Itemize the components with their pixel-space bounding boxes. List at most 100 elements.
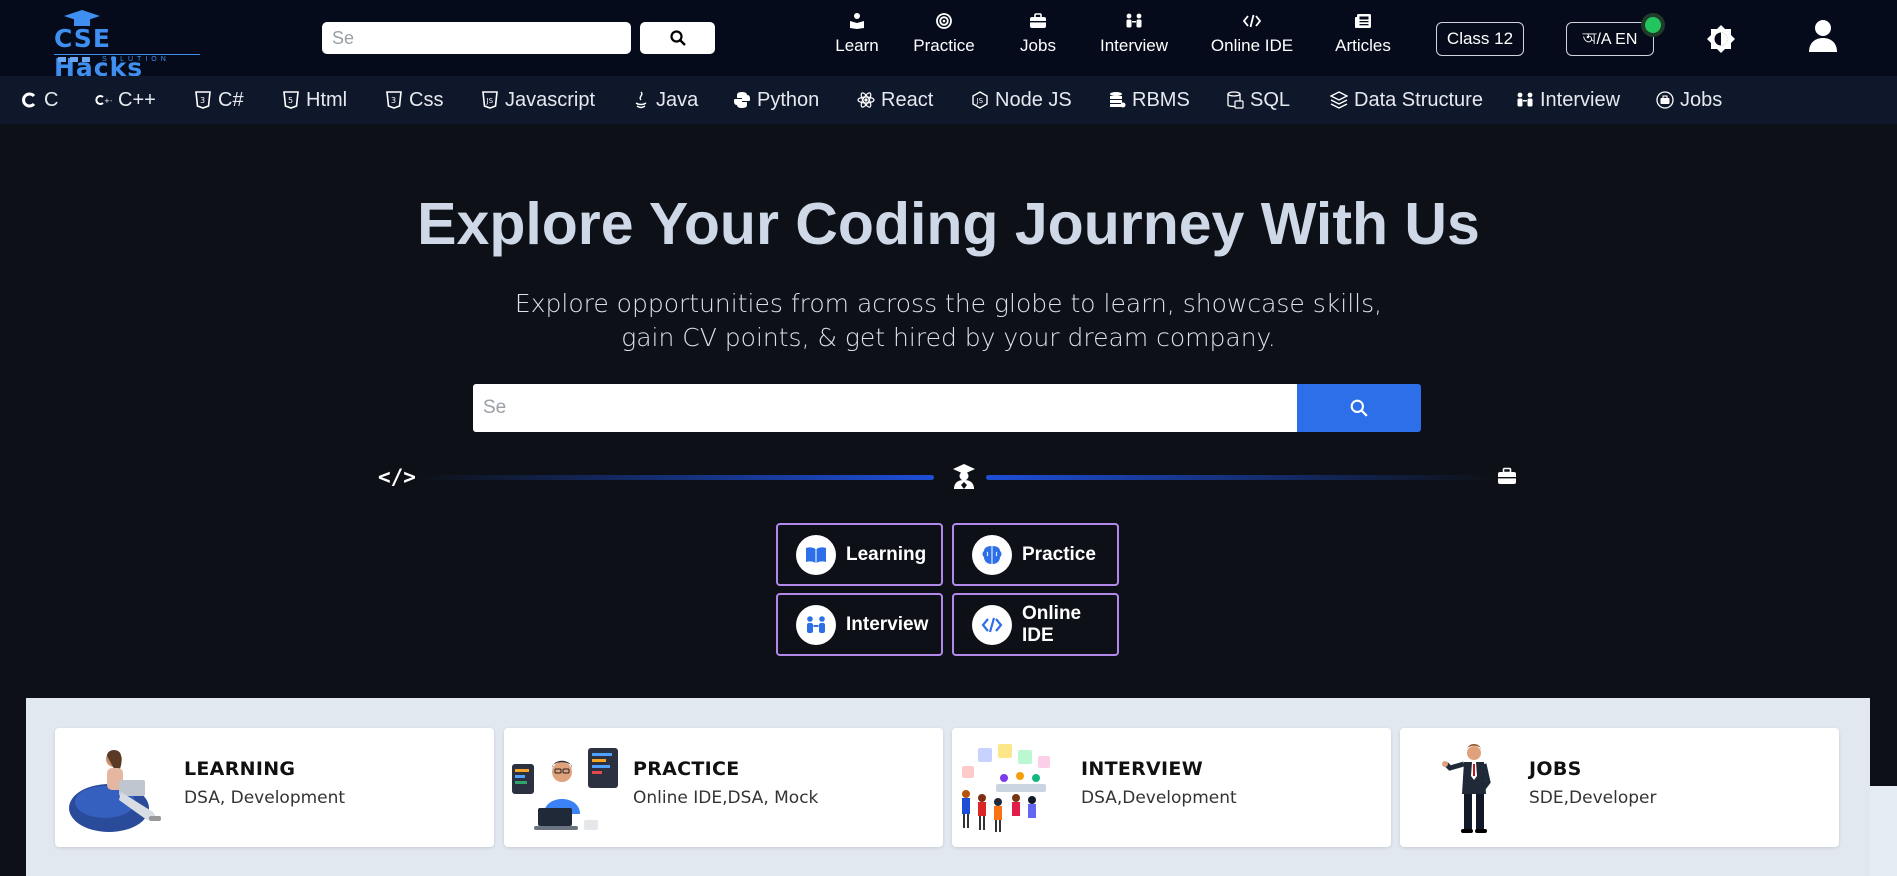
css3-icon: 3: [386, 91, 402, 109]
nodejs-icon: JS: [972, 91, 988, 109]
online-ide-button[interactable]: Online IDE: [952, 593, 1119, 656]
track-line-left: [418, 475, 934, 480]
lang-javascript[interactable]: JS Javascript: [481, 76, 595, 124]
interview-card[interactable]: INTERVIEW DSA,Development: [952, 728, 1391, 847]
hero-search-button[interactable]: [1297, 384, 1421, 432]
lang-sql-label: SQL: [1250, 88, 1291, 111]
track-line-right: [986, 475, 1492, 480]
java-icon: [635, 91, 647, 109]
people-icon: [807, 615, 825, 633]
lang-java[interactable]: Java: [632, 76, 698, 124]
lang-data-structure[interactable]: Data Structure: [1330, 76, 1483, 124]
language-strip: C ++ C++ 3 C# 5 Html 3 Css JS Javascript…: [0, 76, 1897, 124]
nav-interview[interactable]: Interview: [1095, 12, 1173, 64]
newspaper-icon: [1355, 14, 1371, 28]
online-ide-button-label: Online IDE: [1022, 602, 1082, 646]
brand-name: CSE Hacks: [54, 24, 144, 82]
lang-nodejs[interactable]: JS Node JS: [971, 76, 1072, 124]
lang-html-label: Html: [306, 88, 348, 111]
people-icon-wrap: [796, 604, 836, 645]
jobs-card-title: JOBS: [1529, 758, 1582, 780]
practice-button[interactable]: Practice: [952, 523, 1119, 586]
interview-illustration: [962, 744, 1050, 832]
brain-icon: [982, 545, 1002, 564]
lang-c[interactable]: C: [20, 76, 58, 124]
interview-button[interactable]: Interview: [776, 593, 943, 656]
target-icon: [936, 13, 952, 29]
nav-learn-label: Learn: [835, 36, 879, 55]
cpp-icon: ++: [95, 95, 112, 105]
lang-sql[interactable]: SQL: [1226, 76, 1290, 124]
react-icon: [857, 92, 875, 108]
code-icon: [1243, 14, 1261, 28]
nav-online-ide[interactable]: Online IDE: [1210, 12, 1294, 64]
learning-button[interactable]: Learning: [776, 523, 943, 586]
nav-articles[interactable]: Articles: [1331, 12, 1395, 64]
interview-card-desc: DSA,Development: [1081, 788, 1237, 808]
practice-card-desc: Online IDE,DSA, Mock: [633, 788, 819, 808]
hero-subtitle: Explore opportunities from across the gl…: [0, 287, 1897, 355]
practice-illustration: [512, 748, 618, 830]
lang-java-label: Java: [656, 88, 699, 111]
hero-title: Explore Your Coding Journey With Us: [417, 191, 1480, 257]
jobs-card[interactable]: JOBS SDE,Developer: [1400, 728, 1839, 847]
lang-data-structure-label: Data Structure: [1354, 88, 1483, 111]
user-icon: [1809, 20, 1837, 52]
brand-logo[interactable]: CSE Hacks SOLUTION: [50, 8, 202, 82]
nav-learn[interactable]: Learn: [822, 12, 892, 64]
graduate-icon: [953, 464, 975, 489]
lang-css-label: Css: [409, 88, 444, 111]
lang-cpp[interactable]: ++ C++: [94, 76, 156, 124]
briefcase-icon: [1498, 467, 1516, 484]
brightness-icon: [1707, 25, 1735, 53]
brand-tagline: SOLUTION: [102, 56, 170, 63]
hero-subtitle-line-1: Explore opportunities from across the gl…: [514, 289, 1383, 318]
code-icon: [981, 617, 1003, 632]
nav-jobs[interactable]: Jobs: [1012, 12, 1064, 64]
language-toggle[interactable]: অ/A EN: [1566, 22, 1654, 56]
svg-text:3: 3: [391, 96, 396, 105]
lang-cpp-label: C++: [118, 88, 156, 111]
svg-text:3: 3: [200, 96, 205, 105]
theme-toggle[interactable]: [1706, 24, 1740, 54]
lang-nodejs-label: Node JS: [995, 88, 1072, 111]
profile-button[interactable]: [1808, 18, 1838, 54]
nav-practice[interactable]: Practice: [905, 12, 983, 64]
lang-interview[interactable]: Interview: [1516, 76, 1620, 124]
lang-html[interactable]: 5 Html: [282, 76, 347, 124]
lang-react[interactable]: React: [857, 76, 933, 124]
database-icon: [1110, 92, 1126, 108]
c-icon: [22, 92, 36, 108]
top-search-input[interactable]: [322, 22, 631, 54]
lang-jobs-label: Jobs: [1680, 88, 1723, 111]
interview-card-title: INTERVIEW: [1081, 758, 1203, 780]
lang-rbms[interactable]: RBMS: [1108, 76, 1190, 124]
nav-jobs-label: Jobs: [1020, 36, 1056, 55]
hero-subtitle-line-2: gain CV points, & get hired by your drea…: [621, 323, 1276, 352]
status-dot: [1645, 17, 1661, 33]
nav-interview-label: Interview: [1099, 36, 1169, 55]
class-button[interactable]: Class 12: [1436, 22, 1524, 56]
lang-c-label: C: [44, 88, 59, 111]
book-icon: [806, 546, 826, 563]
svg-text:JS: JS: [976, 97, 984, 105]
hero-search-input[interactable]: [473, 384, 1297, 432]
lang-csharp[interactable]: 3 C#: [194, 76, 244, 124]
lang-css[interactable]: 3 Css: [385, 76, 443, 124]
jobs-card-desc: SDE,Developer: [1529, 788, 1657, 808]
section-edge: [1870, 786, 1897, 876]
nav-practice-label: Practice: [913, 36, 975, 55]
top-search-button[interactable]: [640, 22, 715, 54]
top-navbar: CSE Hacks SOLUTION Learn Practice Jobs I…: [0, 0, 1897, 82]
learning-card[interactable]: LEARNING DSA, Development: [55, 728, 494, 847]
learn-icon: [850, 13, 864, 29]
people-icon: [1126, 13, 1142, 28]
html5-icon: 5: [283, 91, 299, 109]
lang-python[interactable]: Python: [733, 76, 819, 124]
code-track-icon: </>: [378, 465, 416, 489]
code-icon-wrap: [972, 604, 1012, 645]
practice-card[interactable]: PRACTICE Online IDE,DSA, Mock: [504, 728, 943, 847]
jobs-icon: [1656, 91, 1674, 109]
lang-jobs[interactable]: Jobs: [1656, 76, 1722, 124]
sql-icon: [1227, 91, 1244, 109]
